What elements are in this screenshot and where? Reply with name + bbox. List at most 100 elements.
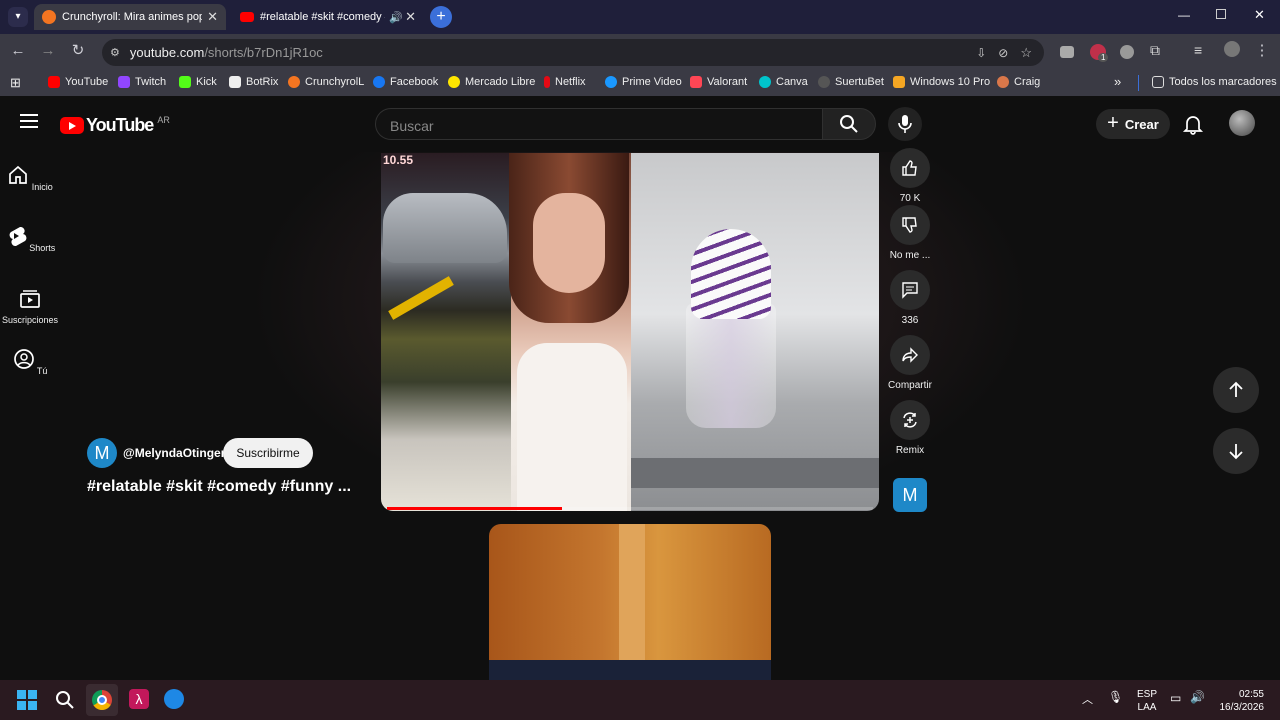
app-taskbar-icon[interactable]	[164, 689, 184, 709]
previous-short-button[interactable]	[1213, 367, 1259, 413]
language-indicator[interactable]: ESP LAA	[1137, 688, 1157, 714]
nav-shorts[interactable]: Shorts	[0, 225, 60, 253]
chrome-taskbar-icon[interactable]	[86, 684, 118, 716]
channel-avatar-small[interactable]: M	[893, 478, 927, 512]
channel-avatar[interactable]: M	[87, 438, 117, 468]
search-button[interactable]	[822, 108, 876, 140]
subscribe-button[interactable]: Suscribirme	[223, 438, 313, 468]
bookmark-botrix[interactable]: BotRix	[229, 76, 278, 88]
close-tab-icon[interactable]: ✕	[207, 9, 218, 25]
bookmark-youtube[interactable]: YouTube	[48, 76, 108, 88]
show-hidden-icons[interactable]: ︿	[1082, 691, 1093, 707]
bookmark-netflix[interactable]: Netflix	[544, 76, 586, 88]
channel-name[interactable]: @MelyndaOtinger	[123, 446, 225, 460]
close-window-button[interactable]: ✕	[1254, 7, 1265, 23]
apps-icon[interactable]: ⊞	[10, 75, 21, 91]
avatar[interactable]	[1229, 110, 1255, 136]
bookmark-kick[interactable]: Kick	[179, 76, 217, 88]
more-menu-icon[interactable]: ⋮	[1252, 41, 1272, 59]
bookmarks-bar: ⊞ YouTube Twitch Kick BotRix CrunchyrolL…	[0, 70, 1280, 96]
dislike-label: No me ...	[889, 250, 931, 261]
bookmark-crunchyroll[interactable]: CrunchyrolL	[288, 76, 364, 88]
bookmark-label: BotRix	[246, 76, 279, 88]
share-icon	[902, 347, 918, 363]
extension-icon[interactable]	[1120, 45, 1134, 59]
clock[interactable]: 02:55 16/3/2026	[1218, 688, 1265, 714]
bookmark-canva[interactable]: Canva	[759, 76, 808, 88]
all-bookmarks-folder[interactable]: Todos los marcadores	[1152, 76, 1277, 88]
menu-icon[interactable]	[20, 114, 38, 128]
comments-button[interactable]: 336	[889, 270, 931, 326]
extension-icon[interactable]	[1060, 46, 1074, 58]
network-icon[interactable]: ▭	[1170, 691, 1181, 705]
create-button[interactable]: + Crear	[1096, 109, 1170, 139]
time: 02:55	[1238, 689, 1264, 700]
media-control-icon[interactable]: ≡	[1194, 42, 1202, 58]
kick-icon	[179, 76, 191, 88]
bookmark-label: CrunchyrolL	[305, 76, 365, 88]
audio-playing-icon[interactable]: 🔊	[389, 11, 403, 24]
share-button[interactable]: Compartir	[885, 335, 935, 391]
forward-icon[interactable]: →	[38, 42, 58, 59]
divider	[1138, 75, 1139, 91]
microphone-tray-icon[interactable]: 🎙	[1108, 690, 1123, 704]
bookmark-twitch[interactable]: Twitch	[118, 76, 166, 88]
tab-search-button[interactable]: ▾	[8, 7, 28, 27]
nav-label: Suscripciones	[1, 315, 59, 325]
remix-button[interactable]: Remix	[889, 400, 931, 456]
youtube-logo[interactable]: YouTube AR	[60, 115, 170, 136]
dessert-swirl	[691, 229, 771, 319]
like-button[interactable]: 70 K	[889, 148, 931, 204]
app-taskbar-icon[interactable]: λ	[129, 689, 149, 709]
close-tab-icon[interactable]: ✕	[405, 9, 416, 25]
new-tab-button[interactable]: +	[430, 6, 452, 28]
date: 16/3/2026	[1219, 702, 1265, 713]
more-bookmarks-icon[interactable]: »	[1114, 74, 1121, 89]
bookmark-facebook[interactable]: Facebook	[373, 76, 438, 88]
search-input[interactable]: Buscar	[375, 108, 823, 140]
bookmark-mercado-libre[interactable]: Mercado Libre	[448, 76, 535, 88]
puzzle-icon[interactable]: ⧉	[1150, 42, 1160, 59]
address-bar[interactable]: ⚙ youtube.com/shorts/b7rDn1jR1oc ⇩ ⊘ ☆	[102, 39, 1044, 66]
keyboard-layout: LAA	[1137, 702, 1157, 713]
white-dress	[517, 343, 627, 511]
nav-inicio[interactable]: Inicio	[0, 164, 60, 192]
bookmark-star-icon[interactable]: ☆	[1020, 45, 1032, 61]
bookmark-craig[interactable]: Craig	[997, 76, 1040, 88]
short-video-player[interactable]: 10.55	[381, 153, 879, 511]
next-short-preview[interactable]	[489, 524, 771, 680]
windows-start-icon[interactable]	[17, 690, 37, 710]
voice-search-button[interactable]	[888, 107, 922, 141]
minimize-button[interactable]: —	[1178, 8, 1190, 22]
tab-crunchyroll[interactable]: Crunchyroll: Mira animes popul ✕	[34, 4, 226, 30]
windows-taskbar: λ ︿ 🎙 ESP LAA ▭ 🔊 02:55 16/3/2026	[0, 680, 1280, 720]
profile-icon[interactable]	[1222, 41, 1242, 61]
tab-strip: ▾ Crunchyroll: Mira animes popul ✕ #rela…	[0, 0, 1280, 34]
bookmark-valorant[interactable]: Valorant	[690, 76, 747, 88]
bookmark-prime-video[interactable]: Prime Video	[605, 76, 682, 88]
share-label: Compartir	[888, 380, 932, 391]
bookmark-label: Valorant	[707, 76, 748, 88]
install-app-icon[interactable]: ⇩	[976, 46, 986, 60]
windows-key-icon	[893, 76, 905, 88]
canva-icon	[759, 76, 771, 88]
taskbar-search-icon[interactable]	[55, 690, 75, 715]
eye-off-icon[interactable]: ⊘	[998, 46, 1008, 60]
maximize-button[interactable]	[1216, 9, 1226, 19]
site-info-icon[interactable]: ⚙	[110, 46, 120, 59]
short-title[interactable]: #relatable #skit #comedy #funny ...	[87, 478, 351, 496]
bookmark-label: Netflix	[555, 76, 586, 88]
nav-tu[interactable]: Tú	[0, 348, 60, 376]
volume-icon[interactable]: 🔊	[1190, 690, 1205, 704]
bookmark-windows-10-pro[interactable]: Windows 10 Pro	[893, 76, 990, 88]
nav-label: Tú	[36, 366, 48, 376]
notifications-button[interactable]	[1182, 113, 1204, 140]
tab-youtube-short[interactable]: #relatable #skit #comedy # 🔊 ✕	[232, 4, 424, 30]
back-icon[interactable]: ←	[8, 42, 28, 59]
dislike-button[interactable]: No me ...	[889, 205, 931, 261]
nav-suscripciones[interactable]: Suscripciones	[0, 287, 60, 325]
next-short-button[interactable]	[1213, 428, 1259, 474]
bookmark-suertubet[interactable]: SuertuBet	[818, 76, 884, 88]
reload-icon[interactable]: ↻	[68, 41, 88, 59]
youtube-icon	[48, 76, 60, 88]
